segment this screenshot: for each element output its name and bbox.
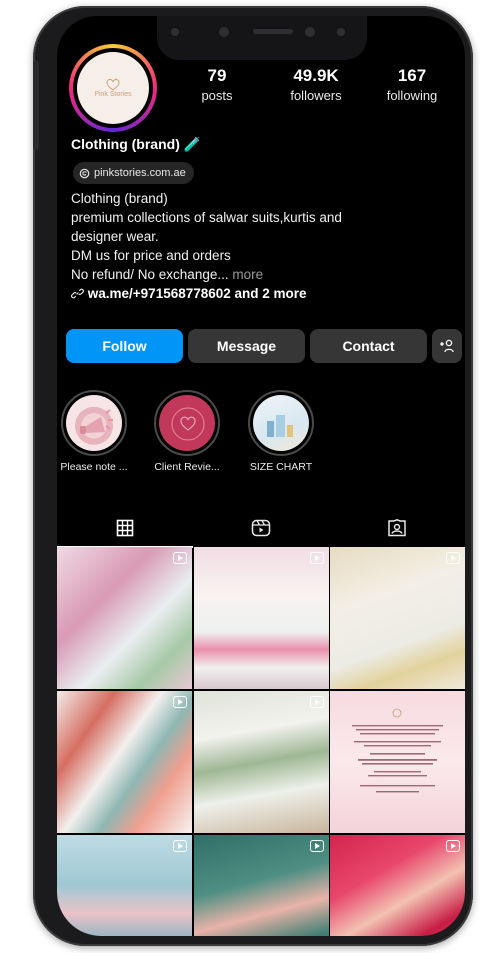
highlight-please-note[interactable]: Please note ... [59, 390, 129, 473]
post-tile-flyer[interactable] [330, 691, 465, 833]
stat-following[interactable]: 167 following [367, 66, 457, 103]
post-tile[interactable] [194, 691, 329, 833]
post-tile[interactable] [330, 835, 465, 936]
post-tile[interactable] [57, 547, 192, 689]
highlight-label: Please note ... [60, 461, 128, 473]
threads-icon [79, 168, 90, 178]
profile-avatar[interactable]: Pink Stories [69, 44, 157, 132]
avatar-border: Pink Stories [73, 48, 153, 128]
bio: Clothing (brand) premium collections of … [71, 189, 456, 303]
profile-name-text: Clothing (brand) [71, 136, 180, 152]
highlight-label: Client Revie... [154, 461, 220, 473]
profile-name: Clothing (brand) 🧪 [71, 136, 201, 153]
tab-tagged[interactable] [329, 510, 465, 546]
size-chart-highlight-icon [253, 395, 309, 451]
reel-icon [310, 552, 324, 564]
highlight-size-chart[interactable]: SIZE CHART [246, 390, 316, 473]
notch [157, 16, 367, 60]
link-icon [71, 288, 84, 299]
phone-side-button [33, 60, 39, 150]
reel-icon [310, 840, 324, 852]
tab-reels[interactable] [193, 510, 329, 546]
camera-lens [219, 27, 229, 37]
highlight-ring [154, 390, 220, 456]
contact-button[interactable]: Contact [310, 329, 427, 363]
stat-followers[interactable]: 49.9K followers [271, 66, 361, 103]
posts-label: posts [201, 88, 233, 103]
profile-tabs [57, 510, 465, 548]
bio-line: designer wear. [71, 229, 159, 244]
add-user-button[interactable] [432, 329, 462, 363]
reel-icon [446, 840, 460, 852]
add-person-icon [440, 339, 454, 353]
post-tile[interactable] [57, 691, 192, 833]
message-button[interactable]: Message [188, 329, 305, 363]
grid-icon [116, 519, 134, 537]
speaker [253, 29, 293, 34]
bio-more-link[interactable]: more [229, 267, 263, 282]
website-chip[interactable]: pinkstories.com.ae [73, 162, 194, 184]
reel-icon [310, 696, 324, 708]
reel-icon [173, 552, 187, 564]
camera-dot [171, 28, 179, 36]
bio-line: premium collections of salwar suits,kurt… [71, 210, 342, 225]
highlight-client-reviews[interactable]: Client Revie... [152, 390, 222, 473]
stat-posts[interactable]: 79 posts [172, 66, 262, 103]
flask-icon: 🧪 [183, 136, 202, 152]
post-tile[interactable] [57, 835, 192, 936]
sensor-dot [305, 27, 315, 37]
logo-icon [106, 78, 120, 91]
bio-external-link[interactable]: wa.me/+971568778602 and 2 more [71, 284, 456, 303]
sensor-dot-2 [337, 28, 345, 36]
bio-refund-text: No refund/ No exchange... [71, 267, 229, 282]
bio-link-text: wa.me/+971568778602 and 2 more [87, 286, 307, 301]
highlight-label: SIZE CHART [249, 461, 313, 473]
tagged-icon [388, 519, 406, 537]
reel-icon [173, 696, 187, 708]
avatar-logo-text: Pink Stories [94, 90, 132, 98]
posts-count: 79 [207, 66, 227, 85]
followers-label: followers [290, 88, 342, 103]
tab-grid[interactable] [57, 510, 193, 546]
followers-count: 49.9K [293, 66, 339, 85]
megaphone-highlight-icon [66, 395, 122, 451]
highlight-ring [61, 390, 127, 456]
post-tile[interactable] [330, 547, 465, 689]
reels-icon [251, 519, 271, 537]
following-count: 167 [397, 66, 427, 85]
bio-line: DM us for price and orders [71, 248, 231, 263]
bio-category: Clothing (brand) [71, 191, 168, 206]
highlight-ring [248, 390, 314, 456]
reel-icon [446, 552, 460, 564]
post-tile[interactable] [194, 835, 329, 936]
post-tile[interactable] [194, 547, 329, 689]
flyer-graphic [340, 705, 455, 817]
avatar-logo: Pink Stories [77, 52, 149, 124]
following-label: following [386, 88, 438, 103]
phone-screen: Pink Stories 79 posts 49.9K followers 16… [57, 16, 465, 936]
follow-button[interactable]: Follow [66, 329, 183, 363]
heart-highlight-icon [159, 395, 215, 451]
bio-line: No refund/ No exchange... more [71, 265, 456, 284]
website-chip-text: pinkstories.com.ae [94, 167, 186, 179]
reel-icon [173, 840, 187, 852]
